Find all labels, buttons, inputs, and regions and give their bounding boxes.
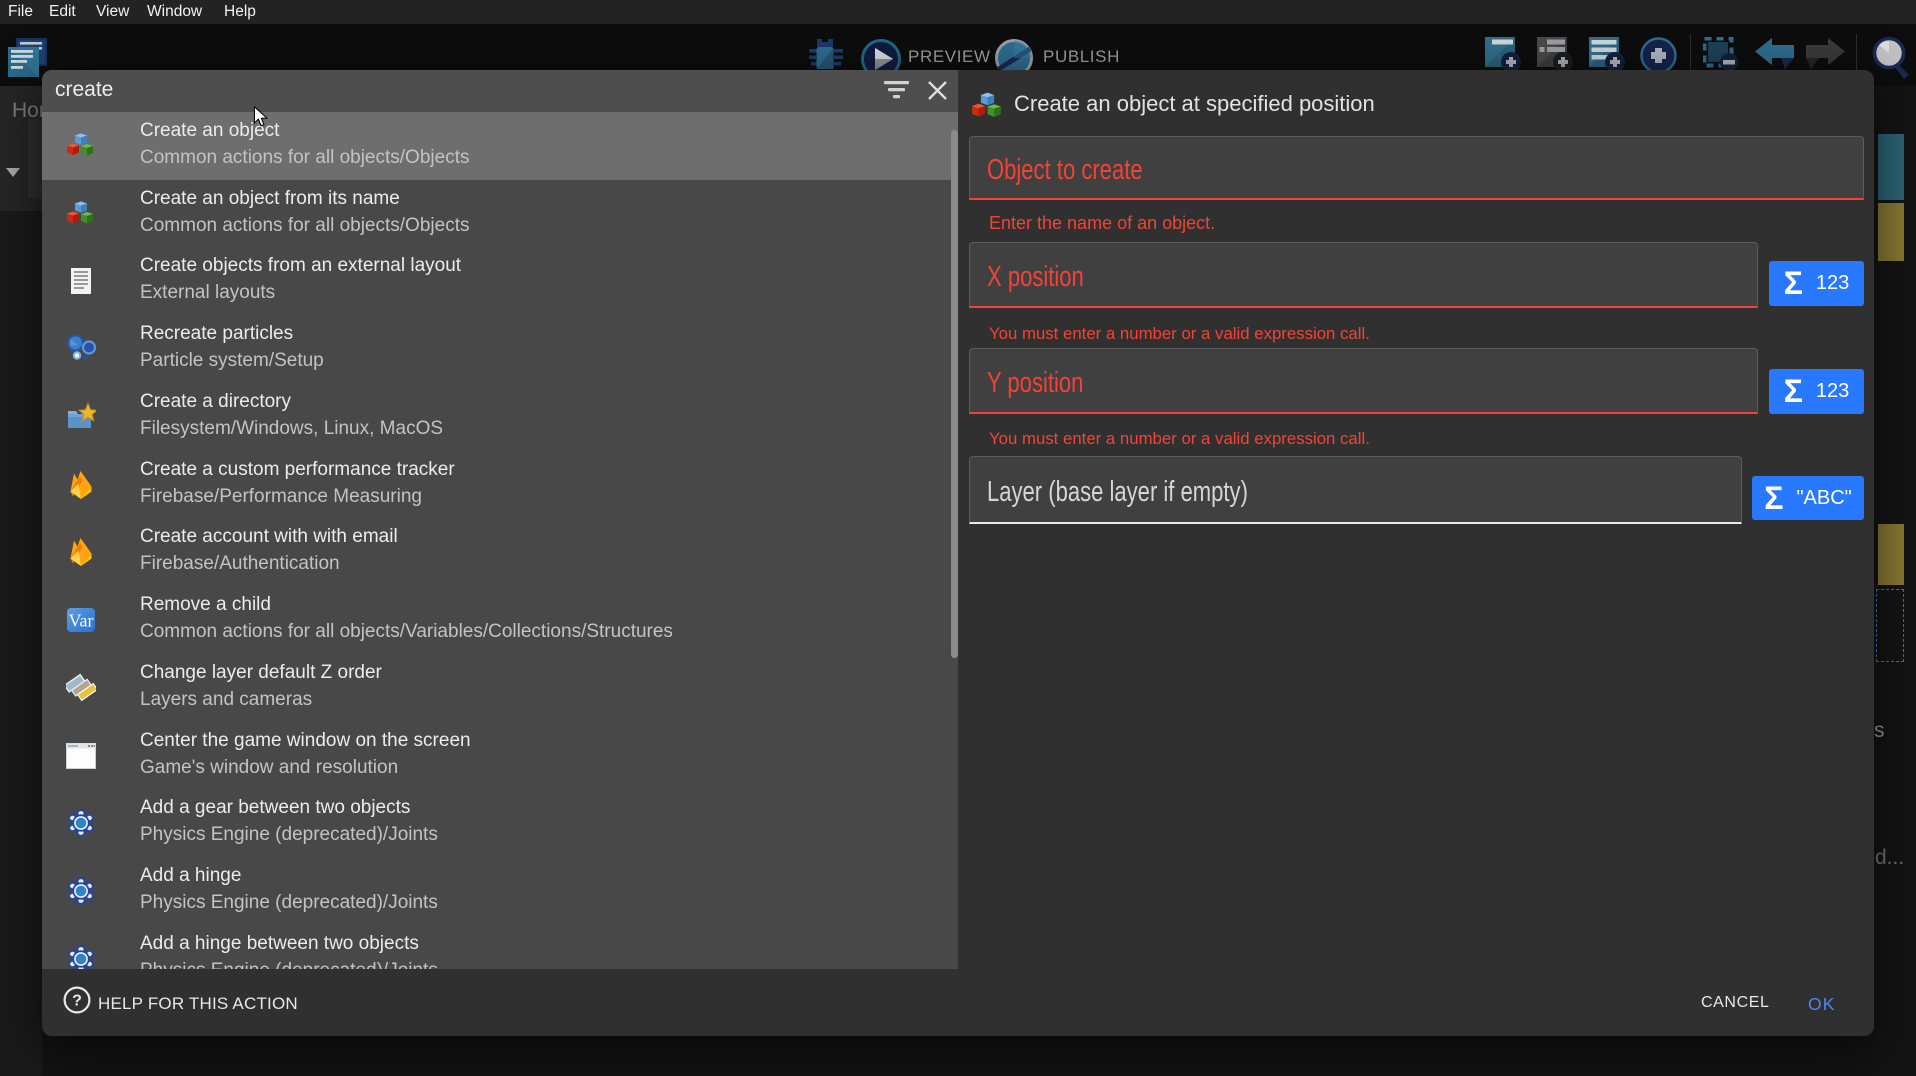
svg-text:Var: Var xyxy=(69,611,94,631)
svg-text:?: ? xyxy=(72,993,82,1010)
